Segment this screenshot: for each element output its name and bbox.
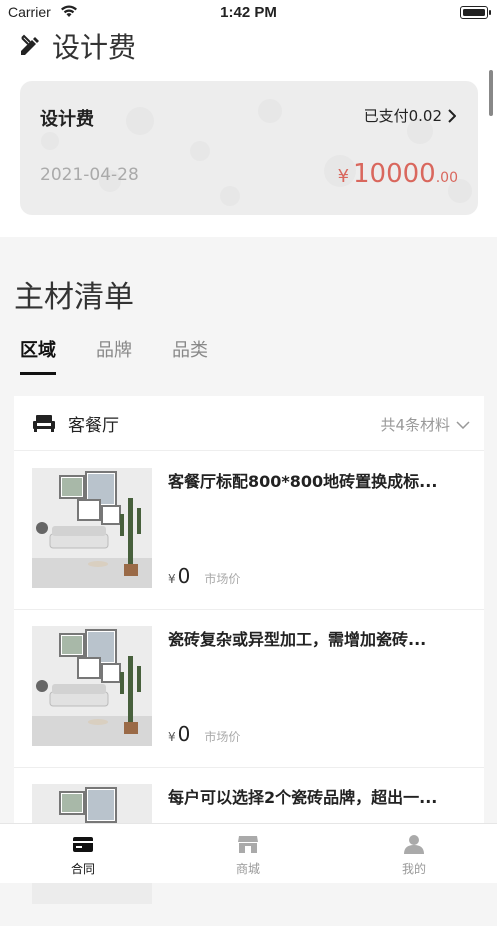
price-value: 0 xyxy=(177,722,191,746)
group-count-label: 共4条材料 xyxy=(380,416,450,434)
status-bar: Carrier 1:42 PM xyxy=(0,0,497,26)
design-fee-header: 设计费 xyxy=(18,28,136,64)
group-count[interactable]: 共4条材料 xyxy=(380,414,470,435)
tab-profile-label: 我的 xyxy=(401,862,426,876)
contract-icon xyxy=(73,837,93,852)
tab-area[interactable]: 区域 xyxy=(20,336,56,375)
tab-store-label: 商城 xyxy=(235,862,260,876)
paid-link[interactable]: 已支付0.02 xyxy=(364,105,456,126)
fee-name: 设计费 xyxy=(40,109,94,130)
design-fee-card[interactable]: 设计费 已支付0.02 2021-04-28 ¥ 10000 .00 xyxy=(20,81,478,215)
materials-title: 主材清单 xyxy=(14,280,134,315)
tab-brand[interactable]: 品牌 xyxy=(96,336,132,362)
product-image xyxy=(32,468,152,588)
materials-list: 客餐厅 共4条材料 客餐厅标配800*800地砖置换成标... ¥ 0 市场价 … xyxy=(14,396,484,904)
price-value: 0 xyxy=(177,564,191,588)
tab-category[interactable]: 品类 xyxy=(172,336,208,362)
price-note: 市场价 xyxy=(204,572,241,586)
price-note: 市场价 xyxy=(204,730,241,744)
paid-label: 已支付0.02 xyxy=(363,107,442,125)
group-name: 客餐厅 xyxy=(68,415,119,436)
chevron-right-icon xyxy=(448,108,456,123)
amount-integer: 10000 xyxy=(353,159,436,189)
store-icon xyxy=(238,836,258,853)
tab-store[interactable]: 商城 xyxy=(198,834,298,877)
tab-contract[interactable]: 合同 xyxy=(33,834,133,877)
item-title: 每户可以选择2个瓷砖品牌，超出一... xyxy=(168,788,438,807)
list-item[interactable]: 瓷砖复杂或异型加工，需增加瓷砖... ¥ 0 市场价 xyxy=(14,610,484,768)
section-title: 设计费 xyxy=(52,31,137,64)
price-currency: ¥ xyxy=(168,730,176,744)
sofa-icon xyxy=(33,415,55,432)
materials-tabs: 区域 品牌 品类 xyxy=(20,336,248,375)
product-image xyxy=(32,626,152,746)
scroll-indicator[interactable] xyxy=(489,70,493,116)
clock: 1:42 PM xyxy=(220,4,277,21)
tab-profile[interactable]: 我的 xyxy=(364,834,464,877)
list-item[interactable]: 客餐厅标配800*800地砖置换成标... ¥ 0 市场价 xyxy=(14,452,484,610)
design-pencil-icon xyxy=(21,34,39,55)
price-currency: ¥ xyxy=(168,572,176,586)
item-title: 瓷砖复杂或异型加工，需增加瓷砖... xyxy=(168,630,427,649)
item-price: ¥ 0 市场价 xyxy=(168,722,240,746)
item-price: ¥ 0 市场价 xyxy=(168,564,240,588)
item-title: 客餐厅标配800*800地砖置换成标... xyxy=(168,472,438,491)
chevron-down-icon xyxy=(456,420,470,429)
bottom-tab-bar: 合同 商城 我的 xyxy=(0,823,497,883)
tab-contract-label: 合同 xyxy=(70,862,95,876)
card-background-pattern xyxy=(41,99,472,206)
fee-amount: ¥ 10000 .00 xyxy=(338,159,458,189)
battery-icon xyxy=(460,6,491,19)
group-header[interactable]: 客餐厅 共4条材料 xyxy=(14,396,484,451)
fee-date: 2021-04-28 xyxy=(40,165,139,185)
profile-icon xyxy=(404,835,424,854)
amount-decimal: .00 xyxy=(435,170,458,186)
design-fee-section: 设计费 设计费 已支付0.02 2021-04-28 ¥ 10000 .00 xyxy=(0,26,497,237)
currency-symbol: ¥ xyxy=(337,166,350,187)
